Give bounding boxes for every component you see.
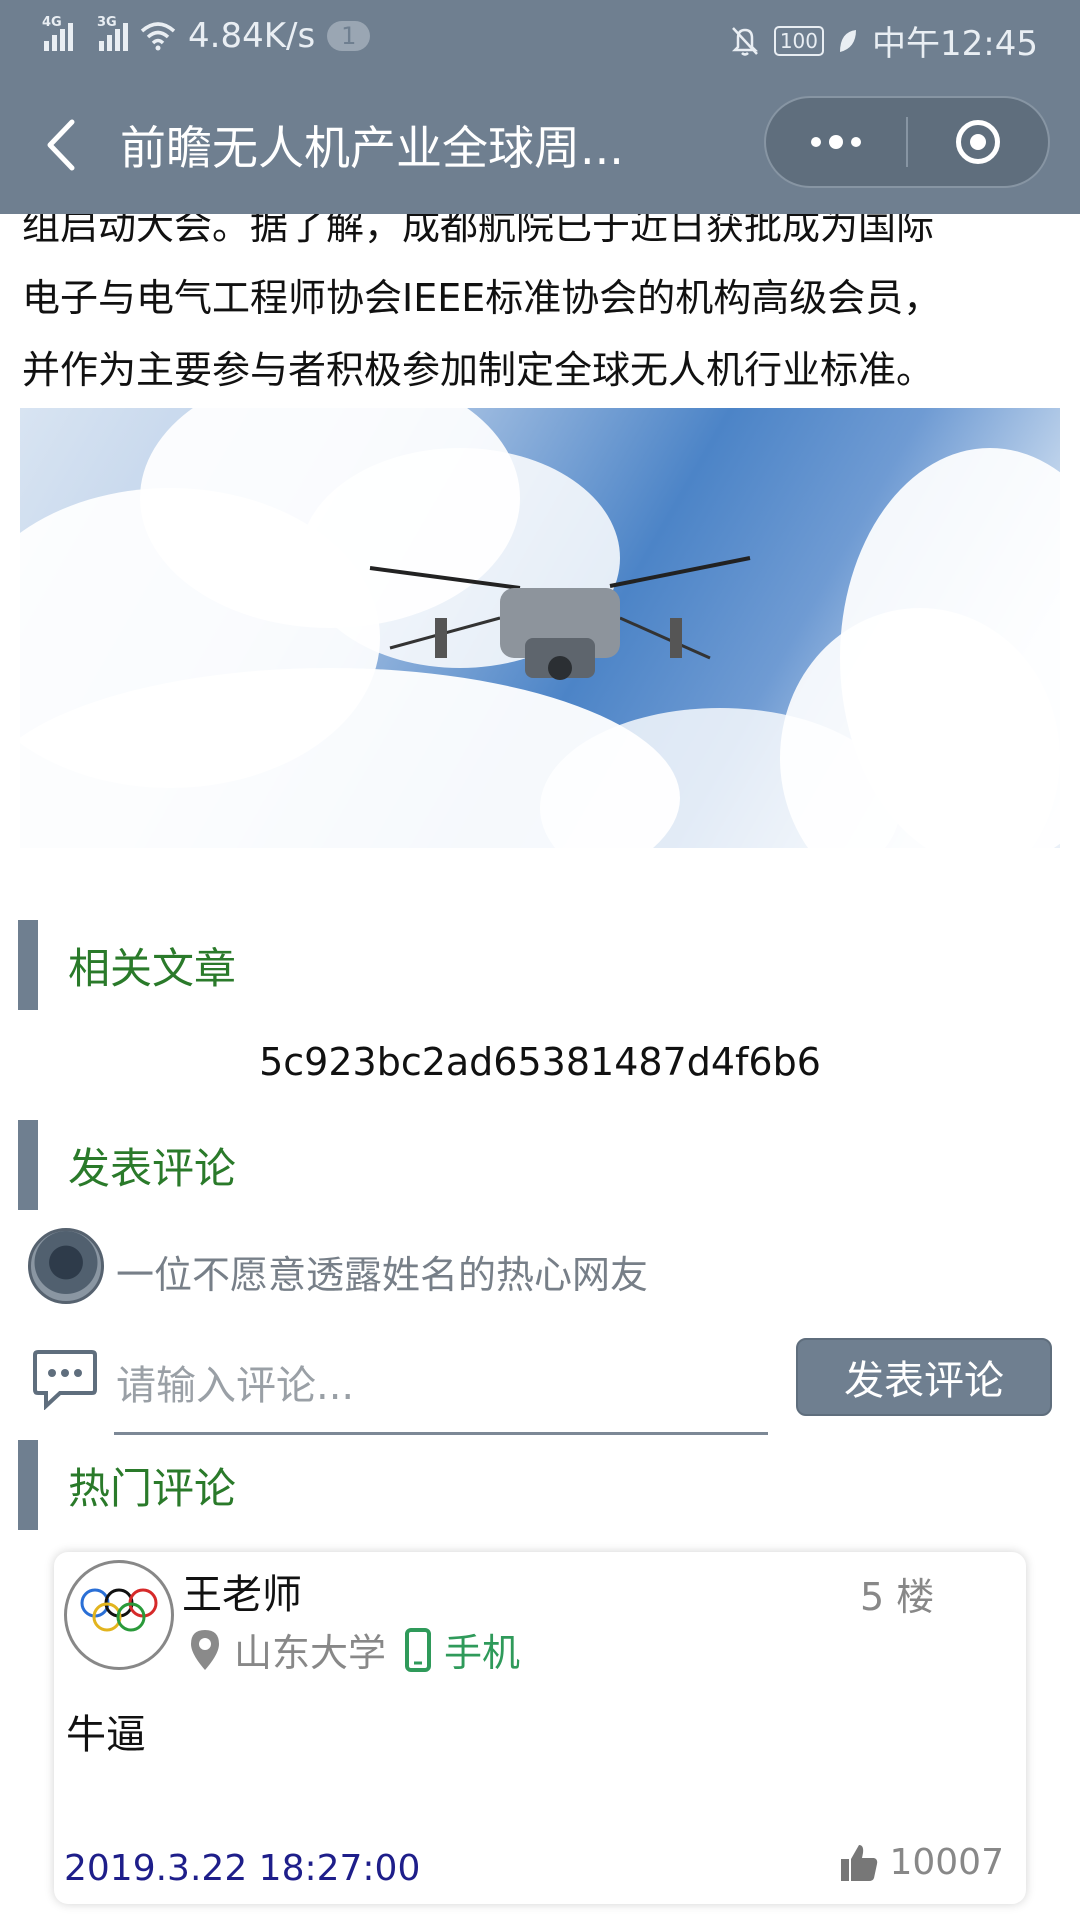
commenter-avatar bbox=[64, 1560, 174, 1670]
comment-input[interactable] bbox=[114, 1340, 768, 1435]
post-comment-button[interactable]: 发表评论 bbox=[796, 1338, 1052, 1416]
related-article-link[interactable]: 5c923bc2ad65381487d4f6b6 bbox=[0, 1040, 1080, 1084]
status-bar: 4G 3G 4.84K/s 1 100 中午12:45 bbox=[0, 0, 1080, 76]
section-accent-bar bbox=[18, 920, 38, 1010]
mute-bell-icon bbox=[731, 26, 758, 56]
page-title: 前瞻无人机产业全球周... bbox=[120, 121, 624, 175]
signal-4g-icon: 4G bbox=[42, 15, 73, 51]
battery-icon: 100 bbox=[773, 25, 825, 56]
more-dots-icon bbox=[811, 135, 861, 149]
mini-program-capsule bbox=[764, 96, 1050, 188]
user-avatar bbox=[28, 1228, 104, 1304]
commenter-device: 手机 bbox=[444, 1631, 521, 1675]
section-post-comment: 发表评论 bbox=[18, 1120, 236, 1210]
commenter-school: 山东大学 bbox=[234, 1631, 387, 1675]
signal-3g-icon: 3G bbox=[97, 15, 128, 51]
location-pin-icon bbox=[191, 1629, 219, 1670]
network-speed: 4.84K/s bbox=[188, 16, 316, 56]
section-title-related: 相关文章 bbox=[68, 943, 237, 993]
app-header: 4G 3G 4.84K/s 1 100 中午12:45 前瞻无人机产业全球周..… bbox=[0, 0, 1080, 214]
close-mini-program-button[interactable] bbox=[908, 98, 1048, 186]
comment-card: 王老师 5 楼 山东大学 手机 牛逼 2019.3.22 18:27:00 10… bbox=[54, 1552, 1026, 1904]
olympic-rings-logo bbox=[80, 1588, 158, 1632]
article-image-drone bbox=[20, 408, 1060, 848]
drone-icon bbox=[369, 556, 751, 680]
wifi-icon bbox=[140, 22, 176, 51]
comment-date: 2019.3.22 18:27:00 bbox=[64, 1848, 421, 1889]
comment-bubble-icon bbox=[33, 1350, 97, 1410]
comment-text: 牛逼 bbox=[66, 1712, 146, 1758]
section-hot-comments: 热门评论 bbox=[18, 1440, 236, 1530]
back-arrow-icon[interactable] bbox=[40, 118, 84, 172]
target-circle-icon bbox=[955, 120, 1000, 164]
notification-count-badge: 1 bbox=[327, 21, 371, 51]
comment-floor: 5 楼 bbox=[860, 1575, 935, 1619]
section-accent-bar bbox=[18, 1120, 38, 1210]
leaf-icon bbox=[840, 29, 857, 52]
user-name: 一位不愿意透露姓名的热心网友 bbox=[116, 1253, 649, 1297]
section-accent-bar bbox=[18, 1440, 38, 1530]
like-button[interactable]: 10007 bbox=[839, 1842, 1004, 1883]
article-line: 电子与电气工程师协会IEEE标准协会的机构高级会员， bbox=[22, 276, 942, 320]
commenter-meta: 山东大学 手机 bbox=[188, 1622, 520, 1677]
mobile-phone-icon bbox=[405, 1627, 432, 1672]
more-options-button[interactable] bbox=[766, 98, 906, 186]
commenter-name: 王老师 bbox=[182, 1572, 302, 1618]
thumbs-up-icon bbox=[841, 1844, 878, 1881]
like-count: 10007 bbox=[889, 1842, 1004, 1883]
article-line: 并作为主要参与者积极参加制定全球无人机行业标准。 bbox=[22, 348, 935, 392]
article-body: 组启动大会。据了解，成都航院已于近日获批成为国际 电子与电气工程师协会IEEE标… bbox=[22, 190, 1062, 406]
section-related: 相关文章 bbox=[18, 920, 236, 1010]
clock: 中午12:45 bbox=[872, 24, 1038, 64]
nav-bar: 前瞻无人机产业全球周... bbox=[0, 76, 1080, 214]
section-title-post-comment: 发表评论 bbox=[68, 1143, 237, 1193]
section-title-hot-comments: 热门评论 bbox=[68, 1463, 237, 1513]
